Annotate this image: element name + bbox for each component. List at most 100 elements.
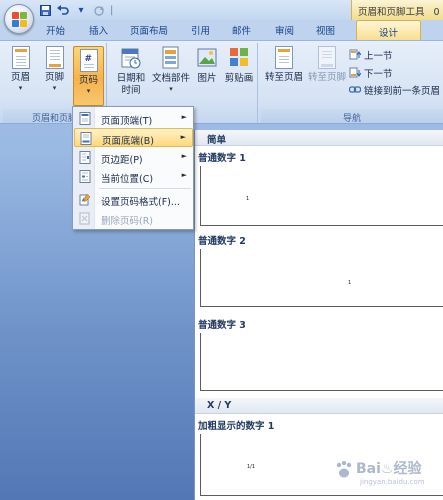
calendar-clock-icon xyxy=(121,46,141,70)
menu-item-remove-page-numbers-label: 删除页码(R) xyxy=(101,216,154,227)
link-to-previous-button[interactable]: 链接到前一条页眉 xyxy=(348,83,441,97)
ribbon: 页眉 ▾ 页脚 ▾ # 页码 ▾ 页眉和页脚 日期和 时间 文档部件 ▾ 图片 … xyxy=(0,40,443,124)
goto-footer-label: 转至页脚 xyxy=(307,72,346,83)
tab-design[interactable]: 设计 xyxy=(356,20,422,40)
page-bottom-icon xyxy=(80,132,92,145)
menu-item-current-position-label: 当前位置(C) xyxy=(101,174,154,185)
undo-icon[interactable] xyxy=(56,3,70,17)
context-tool-title-text: 页眉和页脚工具 xyxy=(358,7,425,18)
gallery-page-number: 1/1 xyxy=(247,464,256,470)
header-button[interactable]: 页眉 ▾ xyxy=(5,46,36,104)
goto-header-label: 转至页眉 xyxy=(264,72,303,83)
window-title-tail: 0 xyxy=(433,7,440,18)
menu-item-current-position[interactable]: 当前位置(C) ► xyxy=(74,167,193,186)
menu-separator xyxy=(99,188,191,189)
quick-parts-button[interactable]: 文档部件 ▾ xyxy=(151,46,191,104)
page-number-button[interactable]: # 页码 ▾ xyxy=(73,46,104,106)
undo-dropdown-icon[interactable]: ▾ xyxy=(74,3,88,17)
link-icon xyxy=(348,84,362,96)
date-time-label-2: 时间 xyxy=(121,85,141,96)
date-time-button[interactable]: 日期和 时间 xyxy=(114,46,148,104)
gallery-item-title: 普通数字 1 xyxy=(198,153,246,164)
footer-icon xyxy=(45,46,64,69)
quick-access-toolbar: ▾ | xyxy=(38,2,113,18)
submenu-arrow-icon: ► xyxy=(181,113,187,121)
link-to-previous-label: 链接到前一条页眉 xyxy=(364,86,441,97)
tab-view[interactable]: 视图 xyxy=(316,23,335,37)
tab-references[interactable]: 引用 xyxy=(191,23,210,37)
tab-review[interactable]: 审阅 xyxy=(275,23,294,37)
header-icon xyxy=(11,46,30,69)
context-tool-title: 页眉和页脚工具 0 xyxy=(351,0,443,20)
date-time-label-1: 日期和 xyxy=(116,73,146,84)
goto-footer-button: 转至页脚 xyxy=(307,46,347,104)
header-button-label: 页眉 xyxy=(10,72,30,83)
save-icon[interactable] xyxy=(38,3,52,17)
picture-label: 图片 xyxy=(197,73,217,84)
gallery-page-number: 1 xyxy=(246,196,250,202)
title-bar: ▾ | 页眉和页脚工具 0 xyxy=(0,0,443,20)
quick-parts-icon xyxy=(161,46,181,70)
clip-art-label: 剪贴画 xyxy=(224,73,254,84)
page-number-gallery: 简单 普通数字 1 1 普通数字 2 1 普通数字 3 X / Y 加粗显示的数… xyxy=(194,130,443,500)
tab-page-layout[interactable]: 页面布局 xyxy=(130,23,168,37)
menu-item-top-of-page-label: 页面顶端(T) xyxy=(101,116,153,127)
page-margin-icon xyxy=(79,151,91,164)
goto-header-icon xyxy=(275,46,293,69)
clip-art-icon xyxy=(229,46,249,70)
gallery-section-xy: X / Y xyxy=(195,398,443,414)
footer-button[interactable]: 页脚 ▾ xyxy=(39,46,70,104)
picture-button[interactable]: 图片 xyxy=(194,46,220,104)
clip-art-button[interactable]: 剪贴画 xyxy=(222,46,256,104)
tab-mailings[interactable]: 邮件 xyxy=(232,23,251,37)
gallery-item-title: 加粗显示的数字 1 xyxy=(198,421,275,432)
footer-dropdown-arrow: ▾ xyxy=(52,84,57,92)
menu-item-page-margins[interactable]: 页边距(P) ► xyxy=(74,148,193,167)
menu-item-format-page-numbers[interactable]: # 设置页码格式(F)... xyxy=(74,190,193,209)
header-dropdown-arrow: ▾ xyxy=(18,84,23,92)
page-number-dropdown-arrow: ▾ xyxy=(86,87,91,95)
picture-icon xyxy=(197,46,217,70)
current-position-icon xyxy=(79,170,91,183)
tab-home[interactable]: 开始 xyxy=(46,23,65,37)
menu-item-page-margins-label: 页边距(P) xyxy=(101,155,143,166)
baidu-watermark: Bai♨经验 jingyan.baidu.com xyxy=(330,456,442,496)
next-section-label: 下一节 xyxy=(364,69,393,80)
page-number-menu: 页面顶端(T) ► 页面底端(B) ► 页边距(P) ► 当前位置(C) ► #… xyxy=(72,106,194,230)
menu-item-top-of-page[interactable]: 页面顶端(T) ► xyxy=(74,109,193,128)
watermark-text: Bai♨经验 xyxy=(356,461,422,477)
goto-footer-icon xyxy=(318,46,336,69)
office-button[interactable] xyxy=(4,4,34,34)
gallery-item-plain-number-1[interactable]: 1 xyxy=(200,166,443,226)
gallery-page-number: 1 xyxy=(348,280,352,286)
redo-icon[interactable] xyxy=(92,3,106,17)
office-logo-icon xyxy=(12,12,28,28)
watermark-subtext: jingyan.baidu.com xyxy=(360,478,425,486)
menu-item-bottom-of-page[interactable]: 页面底端(B) ► xyxy=(74,128,193,147)
quick-parts-dropdown-arrow: ▾ xyxy=(169,85,173,93)
ribbon-tabs: 开始 插入 页面布局 引用 邮件 审阅 视图 设计 xyxy=(0,20,443,40)
menu-item-format-page-numbers-label: 设置页码格式(F)... xyxy=(101,197,180,208)
format-page-number-icon: # xyxy=(79,193,91,206)
group-navigation-label: 导航 xyxy=(261,109,443,124)
quick-parts-label: 文档部件 xyxy=(151,73,190,84)
gallery-section-simple: 简单 xyxy=(195,130,443,146)
menu-item-remove-page-numbers: 删除页码(R) xyxy=(74,209,193,228)
gallery-item-title: 普通数字 3 xyxy=(198,320,246,331)
page-top-icon xyxy=(79,112,91,125)
group-navigation: 转至页眉 转至页脚 上一节 下一节 链接到前一条页眉 导航 xyxy=(261,43,443,124)
remove-page-number-icon xyxy=(79,212,91,225)
next-section-button[interactable]: 下一节 xyxy=(349,66,393,80)
tab-insert[interactable]: 插入 xyxy=(89,23,108,37)
menu-item-bottom-of-page-label: 页面底端(B) xyxy=(102,136,154,147)
qat-separator: | xyxy=(110,4,114,16)
footer-button-label: 页脚 xyxy=(44,72,64,83)
submenu-arrow-icon: ► xyxy=(181,171,187,179)
page-number-button-label: 页码 xyxy=(78,75,98,86)
next-section-icon xyxy=(349,67,362,79)
baidu-paw-icon xyxy=(336,460,352,478)
goto-header-button[interactable]: 转至页眉 xyxy=(263,46,305,104)
previous-section-button[interactable]: 上一节 xyxy=(349,48,393,62)
gallery-item-plain-number-2[interactable]: 1 xyxy=(200,249,443,307)
gallery-item-plain-number-3[interactable] xyxy=(200,333,443,391)
